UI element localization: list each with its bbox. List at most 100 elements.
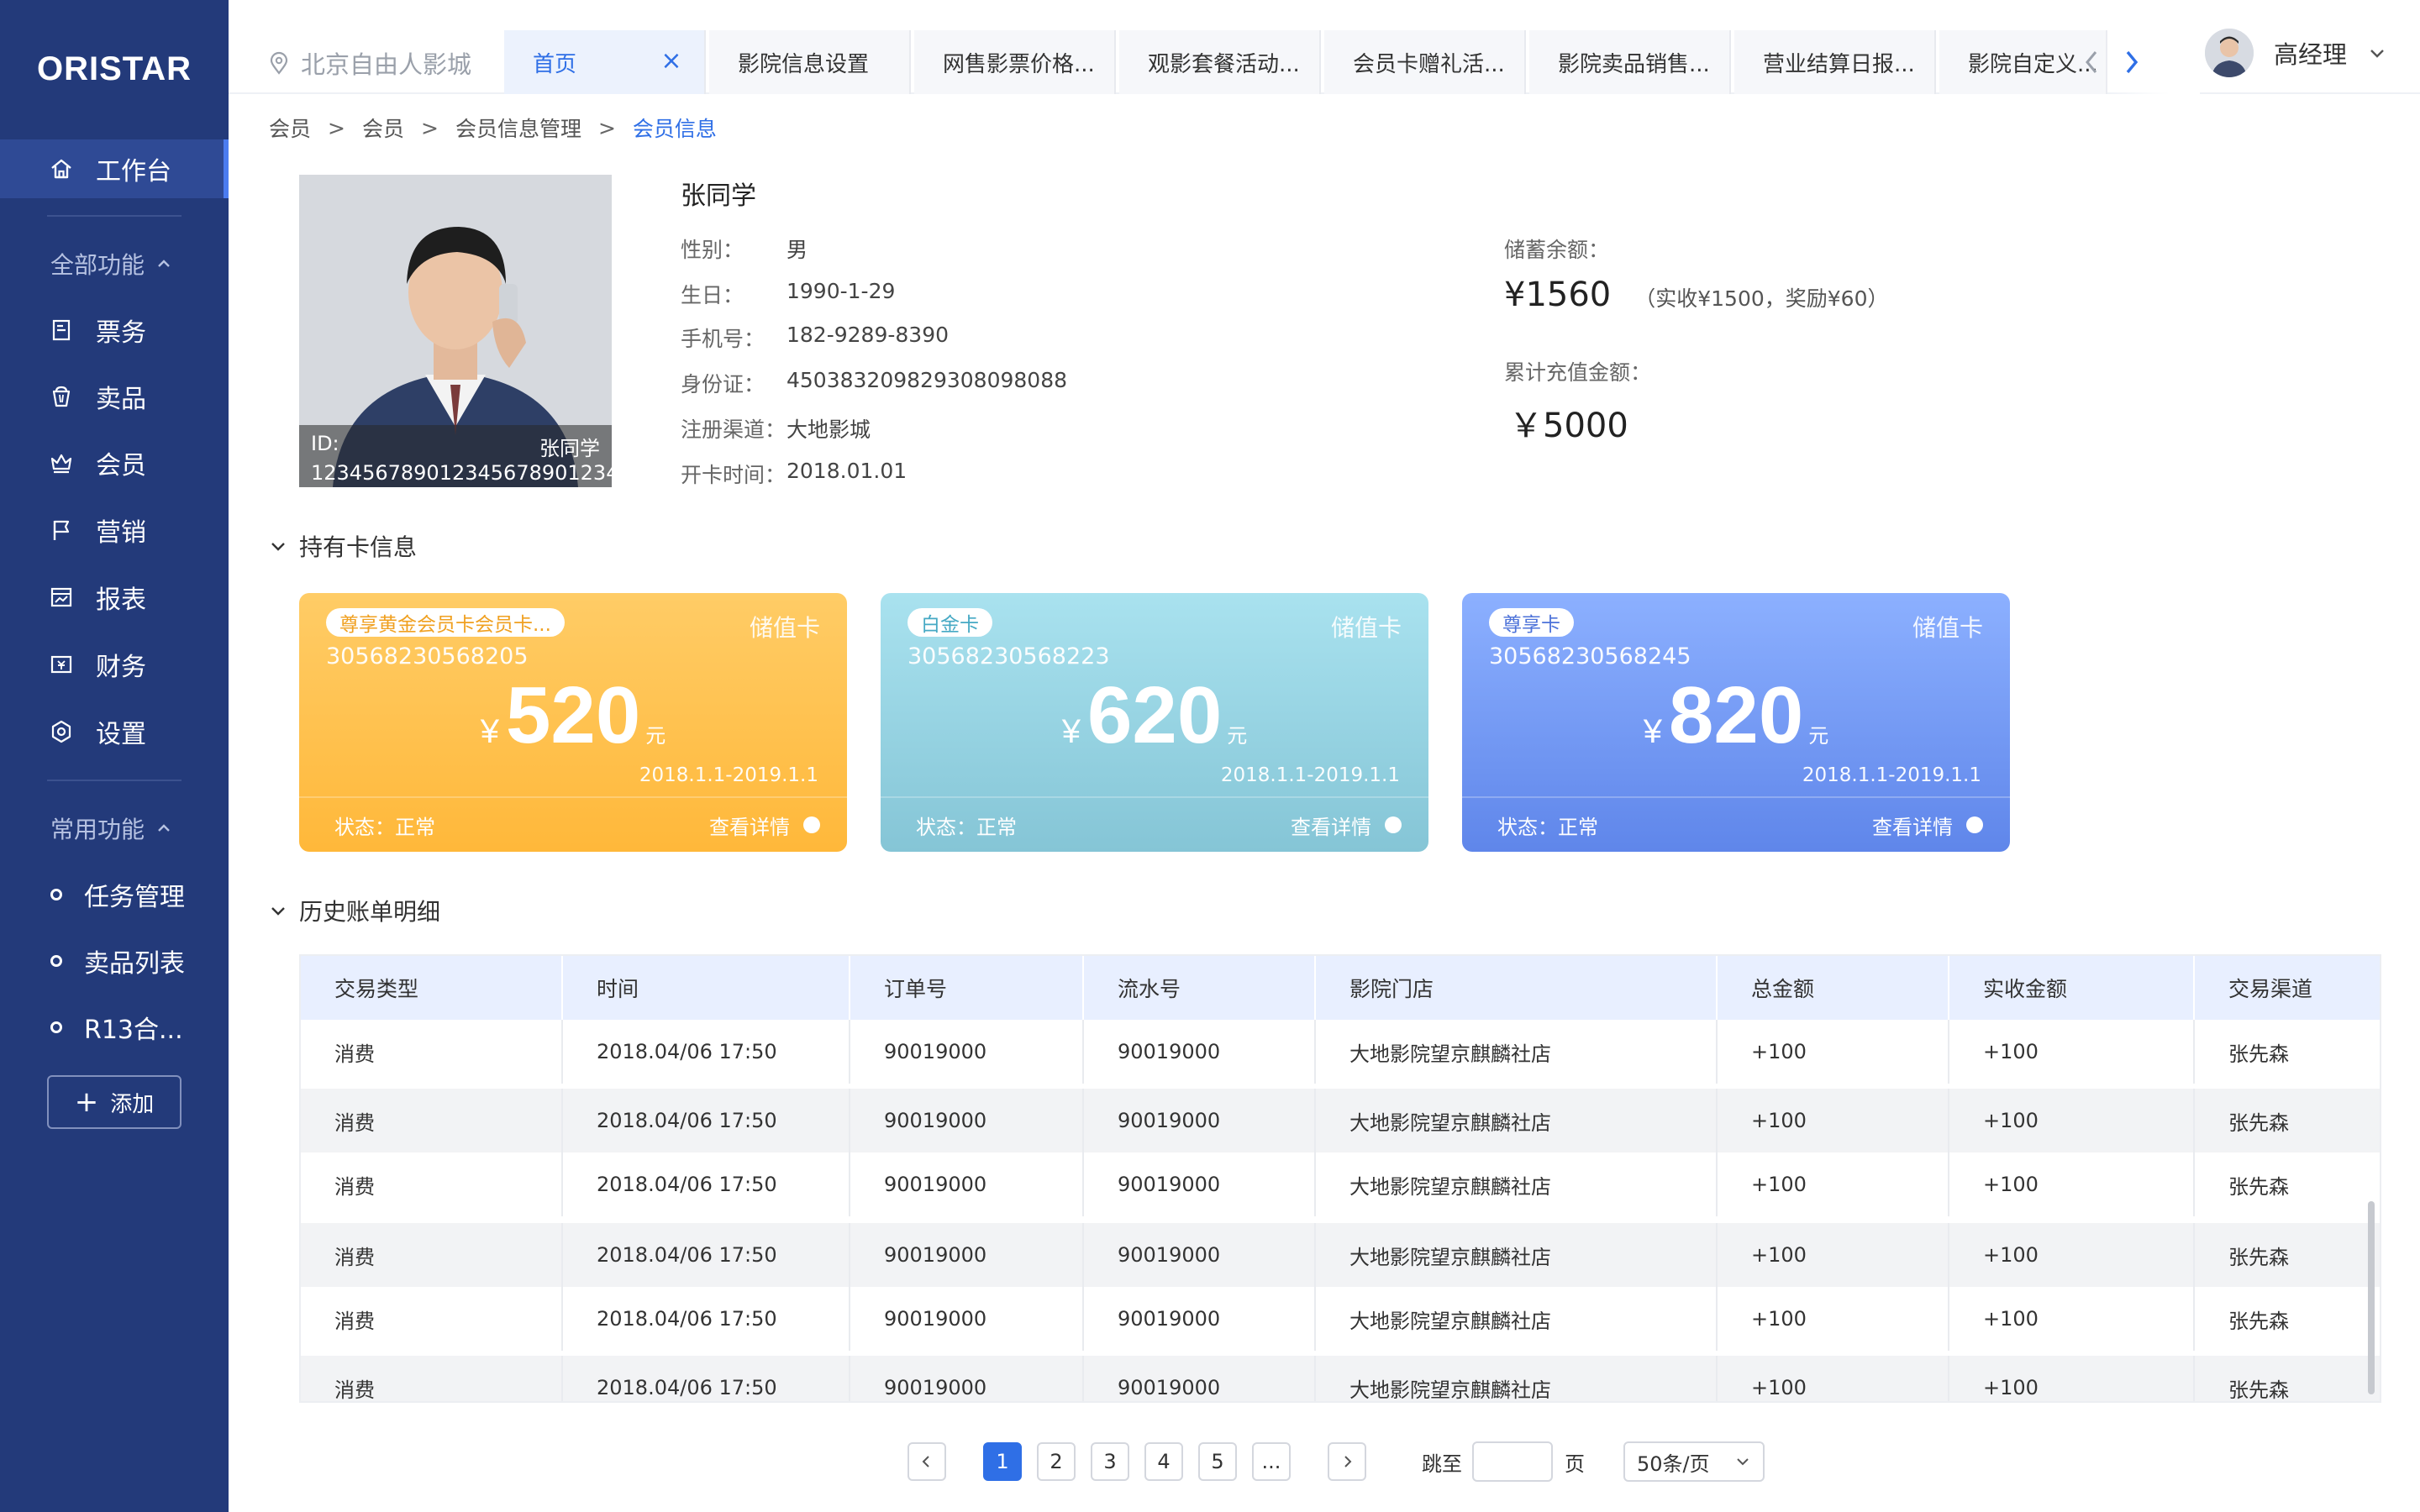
sidebar-common-r13[interactable]: R13合... [0,998,229,1057]
sidebar-group-all[interactable]: 全部功能 [50,247,173,281]
table-cell: 大地影院望京麒麟社店 [1316,1356,1718,1401]
sidebar-group-common[interactable]: 常用功能 [50,811,173,845]
bullet-icon [50,955,62,967]
table-cell: 张先森 [2195,1089,2380,1152]
close-icon[interactable]: × [659,49,684,74]
info-circle-icon [1966,816,1983,833]
tab-home[interactable]: 首页 × [504,30,706,94]
user-menu[interactable]: 高经理 [2205,29,2387,77]
breadcrumb-separator: > [420,115,439,140]
sidebar-item-workbench[interactable]: 工作台 [0,139,229,198]
tab-combo-activity[interactable]: 观影套餐活动... [1119,30,1321,94]
sidebar-item-settings[interactable]: 设置 [0,702,229,761]
sidebar-group-label: 全部功能 [50,251,145,279]
prev-page-button[interactable] [908,1442,946,1481]
sidebar-item-ticket[interactable]: 票务 [0,301,229,360]
info-open-date: 开卡时间： 2018.01.01 [681,459,907,489]
table-cell: 消费 [301,1356,563,1401]
ticket-icon [49,318,74,343]
table-cell: 消费 [301,1020,563,1084]
breadcrumb-item[interactable]: 会员 [269,113,311,143]
table-cell: 90019000 [1084,1020,1316,1084]
chevron-left-icon[interactable] [2077,44,2107,81]
sidebar-item-marketing[interactable]: 营销 [0,501,229,559]
page-button[interactable]: 5 [1198,1442,1237,1481]
page-button[interactable]: 4 [1144,1442,1183,1481]
card-name-badge: 白金卡 [908,608,992,637]
tab-label: 首页 [533,51,577,77]
table-row: 消费 2018.04/06 17:50 90019000 90019000 大地影院望京… [301,1223,2380,1287]
cards-section-header[interactable]: 持有卡信息 [269,529,417,563]
table-cell: 张先森 [2195,1356,2380,1402]
table-cell: 2018.04/06 17:50 [563,1287,850,1351]
card-period: 2018.1.1-2019.1.1 [1802,764,1981,786]
page-button[interactable]: 2 [1037,1442,1076,1481]
info-phone: 手机号： 182-9289-8390 [681,323,949,353]
page-ellipsis-button[interactable]: ... [1252,1442,1291,1481]
tab-label: 网售影票价格... [943,51,1095,77]
tab-daily-report[interactable]: 营业结算日报... [1734,30,1936,94]
page-size-select[interactable]: 50条/页 [1623,1441,1765,1482]
member-id-label: ID: [311,432,339,455]
card-number: 30568230568223 [908,643,1110,669]
sidebar-common-goods-list[interactable]: 卖品列表 [0,932,229,990]
card-unit: 元 [1808,725,1829,748]
jump-page-input[interactable] [1472,1441,1553,1482]
info-birthday: 生日： 1990-1-29 [681,279,895,309]
page-button[interactable]: 3 [1091,1442,1129,1481]
page-button[interactable]: 1 [983,1442,1022,1481]
breadcrumb-item[interactable]: 会员信息管理 [455,113,581,143]
tab-cinema-info[interactable]: 影院信息设置 [709,30,911,94]
info-value: 450383209829308098088 [786,368,1068,392]
history-section-header[interactable]: 历史账单明细 [269,894,440,927]
card-status: 状态：正常 [1497,815,1598,839]
next-page-button[interactable] [1328,1442,1366,1481]
balance-detail: （实收¥1500，奖励¥60） [1634,286,1889,311]
table-header-cell: 交易渠道 [2195,956,2380,1020]
breadcrumb-item[interactable]: 会员 [362,113,404,143]
sidebar-item-label: 工作台 [96,157,171,186]
info-circle-icon [803,816,820,833]
table-cell: 90019000 [850,1223,1084,1287]
member-card: 白金卡 储值卡 30568230568223 ¥ 620 元 2018.1.1-… [881,593,1428,852]
photo-overlay: ID: 张同学 12345678901234567890123456 [299,425,612,487]
info-value: 1990-1-29 [786,279,896,303]
card-detail-link[interactable]: 查看详情 [1291,811,1402,840]
tab-online-price[interactable]: 网售影票价格... [914,30,1116,94]
table-row: 消费 2018.04/06 17:50 90019000 90019000 大地影院望京… [301,1287,2380,1351]
table-cell: +100 [1718,1356,1949,1401]
pagination: 1 2 3 4 5 ... 跳至 页 50条/页 [908,1441,1765,1482]
table-row: 消费 2018.04/06 17:50 90019000 90019000 大地影院望京… [301,1020,2380,1084]
sidebar-item-goods[interactable]: 卖品 [0,367,229,426]
table-header-cell: 实收金额 [1949,956,2195,1020]
table-scrollbar[interactable] [2368,1201,2375,1394]
info-label: 生日： [681,283,744,307]
cup-icon [49,384,74,409]
table-cell: +100 [1949,1356,2195,1401]
tab-card-gift[interactable]: 会员卡赠礼活... [1324,30,1526,94]
chevron-right-icon[interactable] [2116,44,2146,81]
flag-icon [49,517,74,543]
card-currency: ¥ [1061,713,1081,750]
card-detail-link[interactable]: 查看详情 [1872,811,1983,840]
gear-icon [49,719,74,744]
crown-icon [49,450,74,475]
sidebar-item-report[interactable]: 报表 [0,568,229,627]
card-period: 2018.1.1-2019.1.1 [1220,764,1400,786]
table-cell: 消费 [301,1152,563,1216]
info-circle-icon [1385,816,1402,833]
card-detail-link[interactable]: 查看详情 [709,811,820,840]
chevron-up-icon [158,824,170,832]
add-shortcut-button[interactable]: + 添加 [47,1075,182,1129]
sidebar-common-task[interactable]: 任务管理 [0,865,229,924]
cinema-selector[interactable]: 北京自由人影城 [267,45,471,81]
tab-goods-sales[interactable]: 影院卖品销售... [1529,30,1731,94]
table-row: 消费 2018.04/06 17:50 90019000 90019000 大地影院望京… [301,1089,2380,1152]
sidebar-item-member[interactable]: 会员 [0,433,229,492]
info-id-card: 身份证： 450383209829308098088 [681,368,1067,398]
section-title: 持有卡信息 [299,533,418,561]
sidebar-item-finance[interactable]: 财务 [0,635,229,694]
card-status: 状态：正常 [334,815,435,839]
table-cell: +100 [1949,1223,2195,1287]
card-balance: ¥ 520 元 [299,675,847,756]
